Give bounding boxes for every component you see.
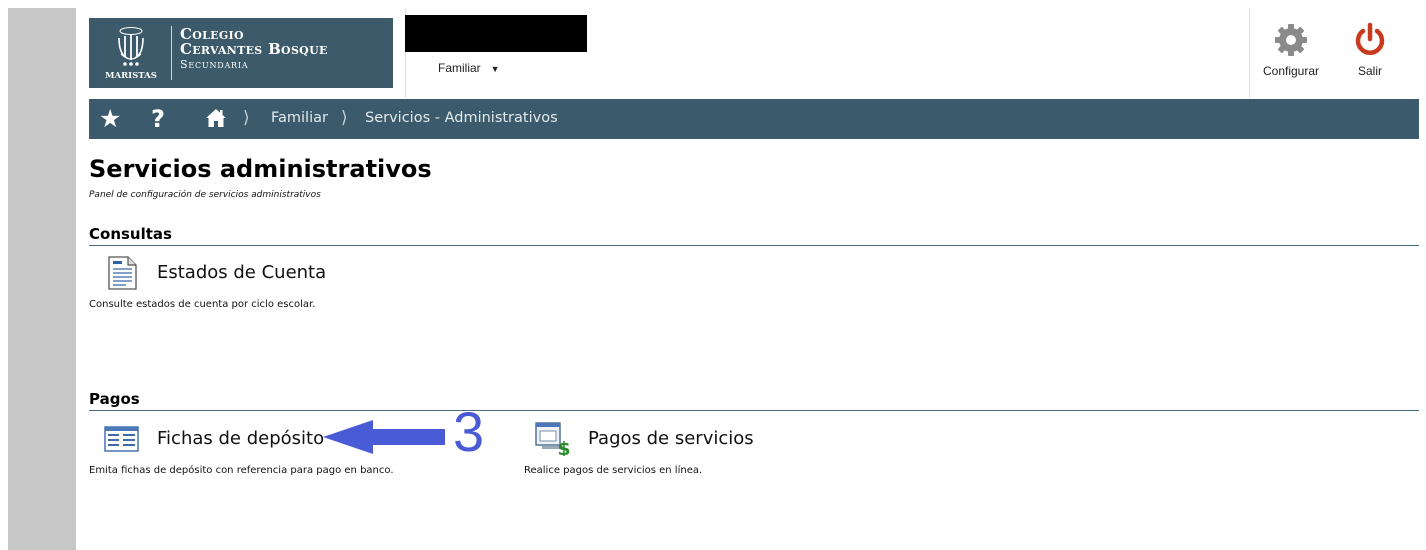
logo-text: Colegio Cervantes Bosque Secundaria: [180, 27, 328, 72]
gear-icon: [1275, 24, 1307, 56]
home-icon[interactable]: [205, 108, 227, 128]
tools-divider: [1249, 8, 1250, 98]
chevron-right-icon: ⟩: [341, 108, 348, 128]
redacted-user-name: [405, 15, 587, 52]
logout-button[interactable]: Salir: [1340, 22, 1400, 86]
deposit-slip-icon: [104, 426, 139, 452]
chevron-right-icon: ⟩: [243, 108, 250, 128]
svg-text:MARISTAS: MARISTAS: [105, 71, 157, 81]
configure-button[interactable]: Configurar: [1256, 22, 1326, 86]
help-icon[interactable]: ?: [151, 105, 165, 133]
section-pagos: Pagos: [89, 389, 1419, 411]
estados-de-cuenta-link[interactable]: Estados de Cuenta: [104, 256, 326, 290]
fichas-de-deposito-description: Emita fichas de depósito con referencia …: [89, 465, 394, 476]
user-role-label: Familiar: [438, 61, 481, 75]
logo-line-3: Secundaria: [180, 58, 249, 71]
breadcrumb-servicios-administrativos[interactable]: Servicios - Administrativos: [365, 109, 558, 127]
star-icon[interactable]: ★: [99, 105, 121, 133]
configure-label: Configurar: [1262, 64, 1320, 78]
breadcrumb-navbar: ★ ? ⟩ Familiar ⟩ Servicios - Administrat…: [89, 99, 1419, 139]
school-logo[interactable]: MARISTAS Colegio Cervantes Bosque Secund…: [89, 18, 393, 88]
maristas-emblem-icon: MARISTAS: [105, 27, 157, 81]
online-payment-icon: $: [535, 422, 571, 456]
user-role-dropdown[interactable]: Familiar ▼: [438, 61, 500, 75]
pagos-de-servicios-title: Pagos de servicios: [588, 428, 754, 449]
pagos-de-servicios-link[interactable]: $ Pagos de servicios: [535, 422, 754, 456]
estados-de-cuenta-description: Consulte estados de cuenta por ciclo esc…: [89, 299, 316, 310]
pagos-de-servicios-description: Realice pagos de servicios en línea.: [524, 465, 703, 476]
page-title: Servicios administrativos: [89, 155, 432, 183]
annotation-number: 3: [453, 400, 485, 463]
logo-line-2: Cervantes Bosque: [180, 40, 328, 58]
breadcrumb-familiar[interactable]: Familiar: [271, 109, 328, 127]
fichas-de-deposito-link[interactable]: Fichas de depósito: [104, 422, 324, 456]
logo-divider: [171, 26, 172, 80]
document-icon: [108, 256, 137, 290]
section-consultas-label: Consultas: [89, 225, 172, 243]
power-icon: [1355, 22, 1385, 55]
estados-de-cuenta-title: Estados de Cuenta: [157, 262, 327, 283]
fichas-de-deposito-title: Fichas de depósito: [157, 428, 325, 449]
svg-text:$: $: [557, 438, 570, 456]
annotation-arrow-icon: [323, 420, 445, 454]
section-consultas: Consultas: [89, 224, 1419, 246]
section-pagos-label: Pagos: [89, 390, 140, 408]
logout-label: Salir: [1357, 64, 1382, 78]
page-subtitle: Panel de configuración de servicios admi…: [89, 190, 321, 200]
caret-down-icon: ▼: [490, 64, 500, 74]
left-gray-strip: [8, 8, 76, 550]
